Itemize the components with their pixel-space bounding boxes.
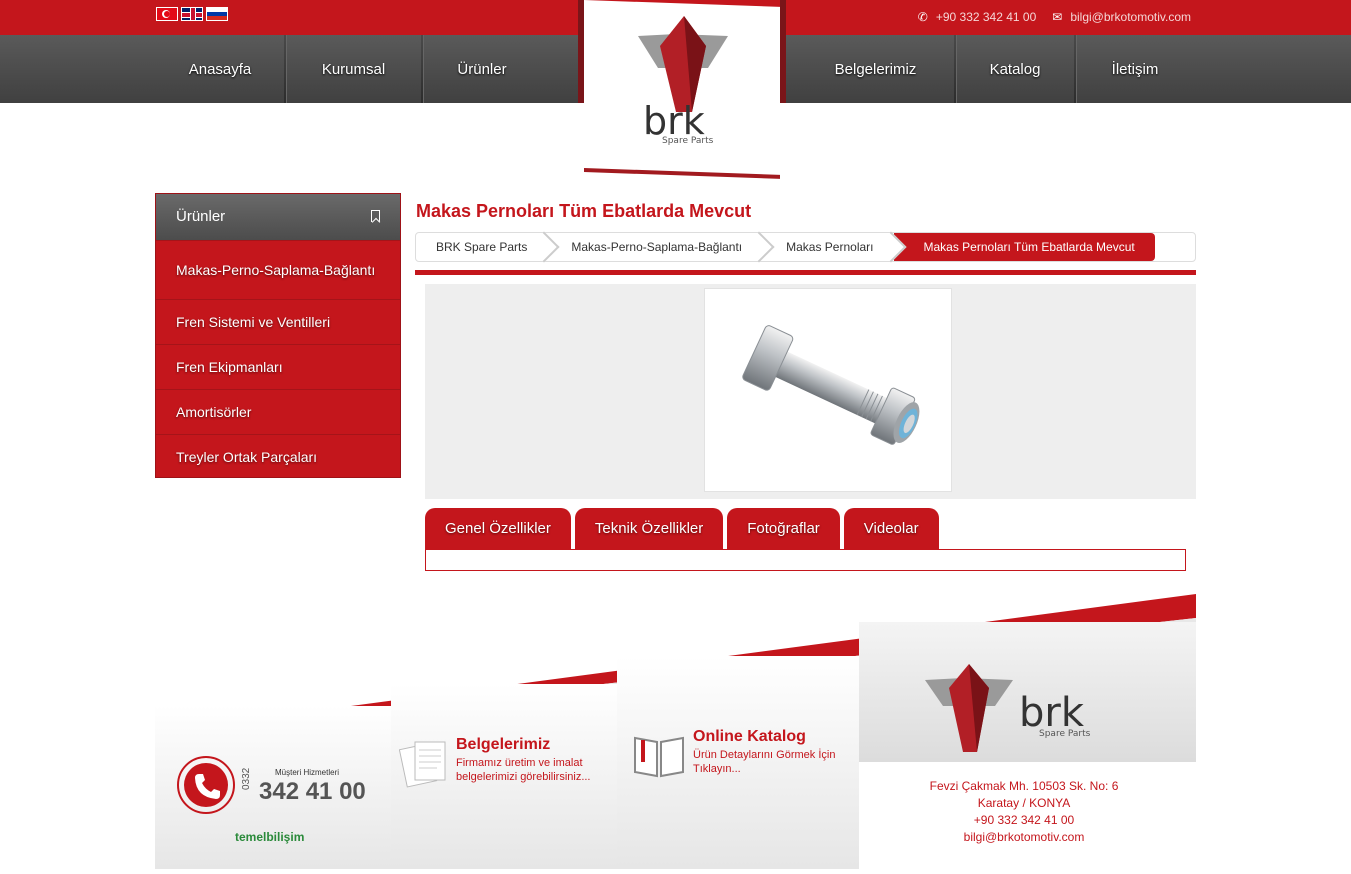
temel-bilisim-logo[interactable]: temelbilişim (235, 830, 304, 844)
product-gallery (425, 284, 1196, 499)
envelope-icon: ✉ (1052, 10, 1063, 24)
footer: Müşteri Hizmetleri 0332 342 41 00 temelb… (155, 594, 1196, 869)
tab-photos[interactable]: Fotoğraflar (727, 508, 840, 549)
phone-icon: ✆ (917, 10, 928, 24)
title-divider (415, 270, 1196, 275)
product-image[interactable] (704, 288, 952, 492)
phone-icon (177, 756, 235, 814)
turkish-flag-icon[interactable] (156, 7, 178, 21)
footer-email[interactable]: bilgi@brkotomotiv.com (859, 829, 1189, 846)
sidebar-item-makas-perno[interactable]: Makas-Perno-Saplama-Bağlantı (156, 240, 400, 299)
brk-footer-logo-icon: brk Spare Parts (925, 664, 1091, 752)
svg-text:Spare Parts: Spare Parts (1039, 729, 1091, 739)
brk-logo-icon: brk Spare Parts (638, 16, 728, 146)
book-icon (634, 736, 684, 778)
nav-corporate[interactable]: Kurumsal (286, 35, 421, 103)
breadcrumb-current: Makas Pernoları Tüm Ebatlarda Mevcut (893, 233, 1155, 261)
sidebar-item-fren-ekipman[interactable]: Fren Ekipmanları (156, 344, 400, 389)
header-email[interactable]: ✉ bilgi@brkotomotiv.com (1052, 10, 1191, 24)
product-tabs: Genel Özellikler Teknik Özellikler Fotoğ… (425, 508, 939, 549)
svg-text:Spare Parts: Spare Parts (662, 136, 714, 146)
sidebar-item-amortisor[interactable]: Amortisörler (156, 389, 400, 434)
page-title: Makas Pernoları Tüm Ebatlarda Mevcut (416, 201, 752, 221)
address-block: Fevzi Çakmak Mh. 10503 Sk. No: 6 Karatay… (859, 778, 1189, 846)
header-phone[interactable]: ✆ +90 332 342 41 00 (918, 10, 1037, 24)
bolt-image-icon (742, 325, 920, 445)
breadcrumb: BRK Spare Parts Makas-Perno-Saplama-Bağl… (415, 232, 1196, 262)
bookmark-icon (371, 210, 380, 222)
sidebar-item-treyler[interactable]: Treyler Ortak Parçaları (156, 434, 400, 479)
footer-address: brk Spare Parts Fevzi Çakmak Mh. 10503 S… (859, 622, 1196, 869)
document-icon (399, 741, 446, 788)
breadcrumb-category[interactable]: Makas-Perno-Saplama-Bağlantı (547, 233, 762, 261)
footer-phone[interactable]: +90 332 342 41 00 (859, 812, 1189, 829)
language-switcher (156, 7, 228, 21)
breadcrumb-subcategory[interactable]: Makas Pernoları (762, 233, 893, 261)
tab-videos[interactable]: Videolar (843, 508, 939, 549)
tab-technical[interactable]: Teknik Özellikler (574, 508, 724, 549)
footer-service[interactable]: Müşteri Hizmetleri 0332 342 41 00 temelb… (155, 706, 391, 869)
tab-general[interactable]: Genel Özellikler (425, 508, 571, 549)
header-contact: ✆ +90 332 342 41 00 ✉ bilgi@brkotomotiv.co… (918, 10, 1191, 24)
nav-certificates[interactable]: Belgelerimiz (797, 35, 954, 103)
nav-catalog[interactable]: Katalog (956, 35, 1074, 103)
russian-flag-icon[interactable] (206, 7, 228, 21)
product-sidebar: Ürünler Makas-Perno-Saplama-Bağlantı Fre… (155, 193, 401, 478)
sidebar-item-fren-sistemi[interactable]: Fren Sistemi ve Ventilleri (156, 299, 400, 344)
breadcrumb-home[interactable]: BRK Spare Parts (416, 233, 547, 261)
nav-products[interactable]: Ürünler (423, 35, 541, 103)
footer-documents[interactable]: Belgelerimiz Firmamız üretim ve imalat b… (391, 684, 617, 869)
english-flag-icon[interactable] (181, 7, 203, 21)
footer-catalog[interactable]: Online Katalog Ürün Detaylarını Görmek İ… (617, 656, 859, 869)
tab-panel (425, 549, 1186, 571)
nav-contact[interactable]: İletişim (1076, 35, 1194, 103)
sidebar-header: Ürünler (156, 194, 400, 240)
site-logo[interactable]: brk Spare Parts (578, 0, 786, 179)
nav-home[interactable]: Anasayfa (156, 35, 284, 103)
logo-frame-right (780, 0, 786, 103)
